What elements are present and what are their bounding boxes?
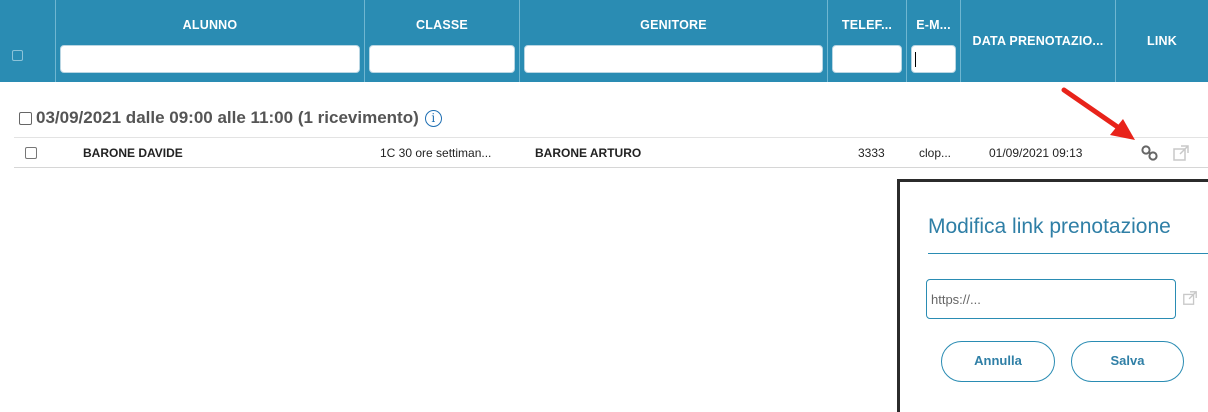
cell-genitore: BARONE ARTURO <box>535 146 642 160</box>
link-icon[interactable] <box>1140 144 1160 162</box>
modal-title: Modifica link prenotazione <box>928 215 1171 238</box>
telefono-filter-input[interactable] <box>832 45 902 73</box>
row-divider <box>14 167 1208 168</box>
header-classe: CLASSE <box>364 0 519 82</box>
save-button[interactable]: Salva <box>1071 341 1184 382</box>
header-genitore-label[interactable]: GENITORE <box>520 18 827 32</box>
edit-link-modal: Modifica link prenotazione Annulla Salva <box>897 179 1208 412</box>
link-url-input[interactable] <box>927 280 1175 318</box>
cancel-button[interactable]: Annulla <box>941 341 1055 382</box>
table-header: ALUNNO CLASSE GENITORE TELEF... E-M... D… <box>0 0 1208 82</box>
header-data-prenotazione-label[interactable]: DATA PRENOTAZIO... <box>961 34 1115 48</box>
group-checkbox[interactable] <box>19 111 32 125</box>
select-all-checkbox[interactable] <box>12 50 23 61</box>
header-link-label: LINK <box>1147 34 1177 48</box>
header-alunno-label[interactable]: ALUNNO <box>56 18 364 32</box>
reception-group-header: 03/09/2021 dalle 09:00 alle 11:00 (1 ric… <box>19 108 442 128</box>
annotation-arrow-icon <box>1061 87 1135 140</box>
row-checkbox[interactable] <box>25 147 37 159</box>
external-link-icon[interactable] <box>1182 290 1198 306</box>
genitore-filter-input[interactable] <box>524 45 823 73</box>
classe-filter-input[interactable] <box>369 45 515 73</box>
modal-divider <box>928 253 1208 254</box>
header-telefono: TELEF... <box>827 0 906 82</box>
cell-data-prenotazione: 01/09/2021 09:13 <box>989 146 1083 160</box>
email-filter-input[interactable] <box>911 45 956 73</box>
header-alunno: ALUNNO <box>55 0 364 82</box>
header-email-label[interactable]: E-M... <box>907 18 960 32</box>
header-genitore: GENITORE <box>519 0 827 82</box>
header-classe-label[interactable]: CLASSE <box>365 18 519 32</box>
header-telefono-label[interactable]: TELEF... <box>828 18 906 32</box>
header-email: E-M... <box>906 0 960 82</box>
select-all-header <box>0 0 55 82</box>
text-caret <box>915 52 916 67</box>
link-url-field[interactable] <box>926 279 1176 319</box>
info-circle-icon[interactable]: i <box>424 109 442 127</box>
group-title: 03/09/2021 dalle 09:00 alle 11:00 (1 ric… <box>36 108 419 127</box>
header-data-prenotazione: DATA PRENOTAZIO... <box>960 0 1115 82</box>
cell-telefono: 3333 <box>858 146 885 160</box>
external-link-icon[interactable] <box>1172 144 1190 162</box>
cell-classe: 1C 30 ore settiman... <box>380 146 492 160</box>
cell-alunno: BARONE DAVIDE <box>83 146 183 160</box>
cell-email: clop... <box>919 146 952 160</box>
table-row: BARONE DAVIDE 1C 30 ore settiman... BARO… <box>0 138 1208 168</box>
alunno-filter-input[interactable] <box>60 45 360 73</box>
header-link: LINK <box>1115 0 1208 82</box>
